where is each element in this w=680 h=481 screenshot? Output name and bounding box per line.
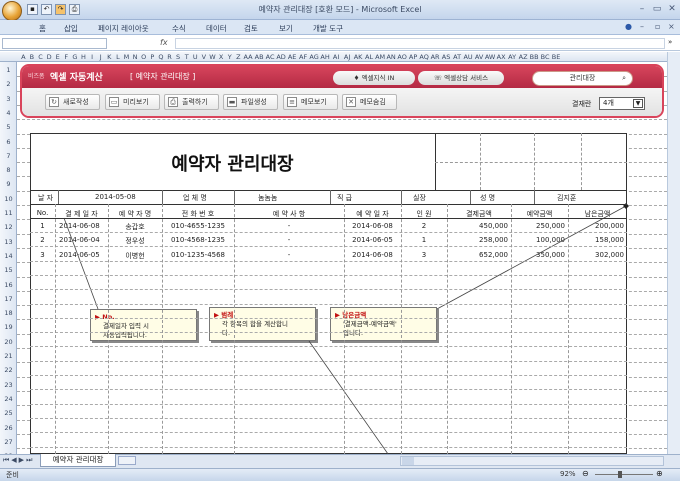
table-line — [568, 204, 569, 454]
zoom-out-icon[interactable]: ⊖ — [582, 469, 589, 478]
table-line — [30, 303, 627, 305]
table-line — [234, 204, 235, 454]
table-line — [30, 375, 627, 376]
table-line — [162, 190, 163, 204]
table-line — [401, 204, 402, 454]
table-line — [30, 403, 627, 405]
table-line — [30, 190, 627, 191]
comment-connectors — [63, 203, 629, 455]
table-line — [534, 190, 535, 204]
table-line — [30, 389, 627, 391]
table-line — [55, 204, 56, 454]
table-line — [30, 260, 627, 262]
zoom-in-icon[interactable]: ⊕ — [656, 469, 663, 478]
table-line — [30, 232, 627, 233]
table-line — [401, 190, 402, 204]
table-line — [344, 204, 345, 454]
table-line — [447, 204, 448, 454]
status-ready: 준비 — [6, 471, 19, 479]
table-line — [30, 218, 627, 219]
table-line — [30, 274, 627, 276]
table-line — [480, 133, 481, 190]
table-line — [511, 204, 512, 454]
table-line — [234, 190, 235, 204]
insert-sheet-icon[interactable] — [118, 456, 136, 465]
table-line — [30, 360, 627, 362]
zoom-slider-thumb[interactable] — [618, 471, 622, 478]
table-line — [30, 332, 627, 334]
table-line — [470, 190, 471, 204]
table-line — [30, 204, 627, 205]
table-line — [330, 190, 331, 204]
table-line — [30, 289, 627, 291]
table-line — [58, 190, 59, 204]
status-bar — [0, 468, 680, 481]
table-line — [435, 162, 627, 163]
horizontal-scrollbar[interactable] — [400, 456, 664, 466]
table-line — [30, 417, 627, 419]
zoom-level: 92% — [560, 470, 576, 478]
hscroll-thumb[interactable] — [402, 457, 414, 465]
sheet-tab-active[interactable]: 예약자 관리대장 — [40, 454, 116, 467]
zoom-slider[interactable] — [595, 474, 653, 475]
table-line — [534, 133, 535, 190]
table-line — [162, 204, 163, 454]
table-line — [108, 204, 109, 454]
table-line — [30, 446, 627, 448]
table-line — [581, 133, 582, 190]
tab-nav-icons[interactable]: ⏮◀▶⏭ — [3, 456, 34, 465]
table-line — [30, 346, 627, 348]
table-line — [30, 246, 627, 248]
table-line — [30, 317, 627, 319]
table-line — [30, 432, 627, 434]
